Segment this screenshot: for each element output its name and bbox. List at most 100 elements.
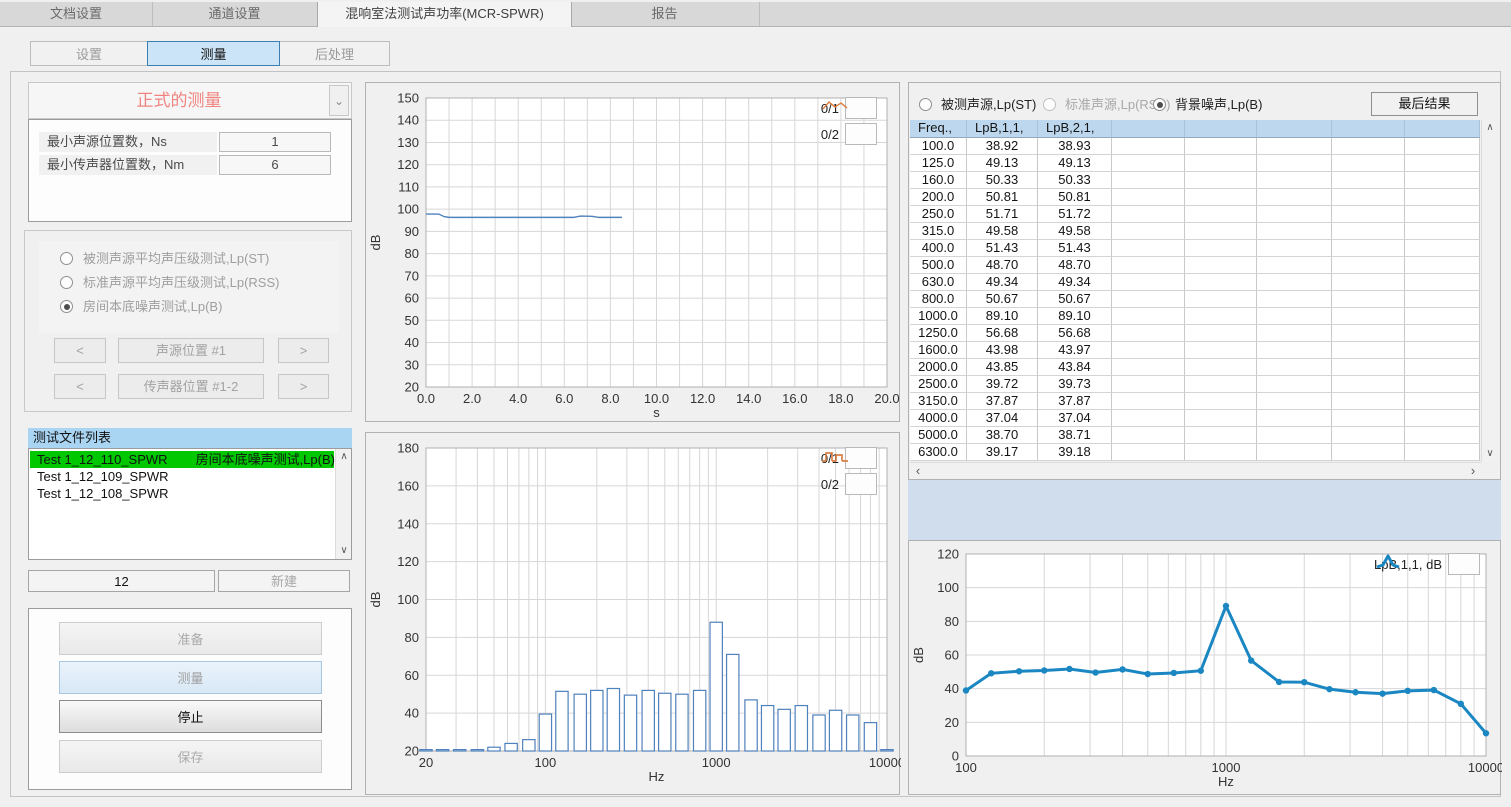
table-cell[interactable] — [1332, 240, 1405, 257]
table-cell[interactable] — [1405, 223, 1480, 240]
table-cell[interactable]: 49.34 — [967, 274, 1038, 291]
table-cell[interactable] — [1332, 427, 1405, 444]
table-cell[interactable] — [1405, 155, 1480, 172]
table-cell[interactable] — [1185, 274, 1257, 291]
table-cell[interactable] — [1185, 410, 1257, 427]
table-cell[interactable]: 100.0 — [910, 138, 967, 155]
table-cell[interactable]: 1000.0 — [910, 308, 967, 325]
scroll-left-icon[interactable]: ‹ — [910, 463, 926, 479]
tab-document-settings[interactable]: 文档设置 — [0, 2, 153, 26]
table-cell[interactable] — [1257, 257, 1332, 274]
min-mic-positions-value[interactable]: 6 — [219, 155, 331, 175]
table-row[interactable]: 4000.037.0437.04 — [910, 410, 1480, 427]
file-list-item[interactable]: Test 1_12_110_SPWR房间本底噪声测试,Lp(B) — [30, 451, 334, 468]
result-radio-lp-b[interactable] — [1153, 98, 1166, 111]
table-cell[interactable] — [1332, 172, 1405, 189]
chevron-down-icon[interactable]: ⌄ — [329, 85, 349, 116]
min-source-positions-value[interactable]: 1 — [219, 132, 331, 152]
table-cell[interactable] — [1112, 359, 1185, 376]
table-cell[interactable] — [1185, 342, 1257, 359]
table-cell[interactable]: 38.92 — [967, 138, 1038, 155]
table-cell[interactable]: 49.13 — [967, 155, 1038, 172]
table-cell[interactable]: 3150.0 — [910, 393, 967, 410]
stop-button[interactable]: 停止 — [59, 700, 322, 733]
table-cell[interactable]: 48.70 — [1038, 257, 1112, 274]
table-cell[interactable]: 50.67 — [1038, 291, 1112, 308]
table-cell[interactable]: 1250.0 — [910, 325, 967, 342]
table-row[interactable]: 100.038.9238.93 — [910, 138, 1480, 155]
table-cell[interactable] — [1112, 274, 1185, 291]
table-cell[interactable] — [1405, 189, 1480, 206]
table-cell[interactable] — [1112, 257, 1185, 274]
table-cell[interactable] — [1405, 206, 1480, 223]
subtab-postprocess[interactable]: 后处理 — [279, 41, 390, 66]
table-cell[interactable]: 51.43 — [967, 240, 1038, 257]
table-cell[interactable] — [1332, 342, 1405, 359]
table-cell[interactable] — [1405, 257, 1480, 274]
table-cell[interactable] — [1405, 172, 1480, 189]
table-cell[interactable] — [1405, 376, 1480, 393]
table-cell[interactable]: 125.0 — [910, 155, 967, 172]
tab-mcr-spwr[interactable]: 混响室法测试声功率(MCR-SPWR) — [317, 2, 572, 27]
table-cell[interactable]: 43.97 — [1038, 342, 1112, 359]
mic-position-next-button[interactable]: > — [278, 374, 329, 399]
table-cell[interactable] — [1112, 155, 1185, 172]
table-row[interactable]: 2500.039.7239.73 — [910, 376, 1480, 393]
table-cell[interactable] — [1332, 410, 1405, 427]
table-cell[interactable] — [1257, 138, 1332, 155]
table-cell[interactable]: 250.0 — [910, 206, 967, 223]
table-cell[interactable]: 49.34 — [1038, 274, 1112, 291]
table-cell[interactable] — [1185, 189, 1257, 206]
table-cell[interactable] — [1112, 376, 1185, 393]
table-cell[interactable]: 1600.0 — [910, 342, 967, 359]
table-cell[interactable] — [1332, 138, 1405, 155]
table-cell[interactable] — [1332, 257, 1405, 274]
table-cell[interactable] — [1112, 427, 1185, 444]
table-cell[interactable]: 48.70 — [967, 257, 1038, 274]
scroll-down-icon[interactable]: ∨ — [1482, 446, 1498, 462]
table-cell[interactable] — [1405, 410, 1480, 427]
table-cell[interactable]: 39.18 — [1038, 444, 1112, 461]
scroll-up-icon[interactable]: ∧ — [336, 449, 352, 465]
table-cell[interactable] — [1112, 410, 1185, 427]
table-row[interactable]: 2000.043.8543.84 — [910, 359, 1480, 376]
table-vscrollbar[interactable]: ∧ ∨ — [1481, 120, 1497, 462]
table-cell[interactable] — [1405, 138, 1480, 155]
table-cell[interactable]: 49.58 — [967, 223, 1038, 240]
radio-lp-b[interactable] — [60, 300, 73, 313]
table-row[interactable]: 3150.037.8737.87 — [910, 393, 1480, 410]
table-cell[interactable] — [1185, 393, 1257, 410]
table-cell[interactable]: 37.04 — [967, 410, 1038, 427]
table-cell[interactable]: 6300.0 — [910, 444, 967, 461]
table-cell[interactable]: 400.0 — [910, 240, 967, 257]
table-cell[interactable] — [1405, 342, 1480, 359]
table-cell[interactable] — [1112, 325, 1185, 342]
subtab-setup[interactable]: 设置 — [30, 41, 148, 66]
table-cell[interactable] — [1257, 223, 1332, 240]
table-cell[interactable]: 50.33 — [1038, 172, 1112, 189]
table-cell[interactable] — [1112, 444, 1185, 461]
table-cell[interactable]: 315.0 — [910, 223, 967, 240]
table-cell[interactable] — [1257, 189, 1332, 206]
file-list-scrollbar[interactable]: ∧ ∨ — [335, 449, 351, 559]
table-cell[interactable]: 51.43 — [1038, 240, 1112, 257]
table-cell[interactable]: 43.85 — [967, 359, 1038, 376]
table-cell[interactable]: 50.81 — [1038, 189, 1112, 206]
measurement-mode-dropdown[interactable]: 正式的测量 ⌄ — [28, 82, 352, 119]
table-cell[interactable] — [1257, 376, 1332, 393]
table-cell[interactable] — [1257, 155, 1332, 172]
table-cell[interactable]: 43.98 — [967, 342, 1038, 359]
table-cell[interactable] — [1112, 223, 1185, 240]
table-cell[interactable]: 37.87 — [1038, 393, 1112, 410]
table-cell[interactable] — [1332, 206, 1405, 223]
table-cell[interactable] — [1332, 223, 1405, 240]
table-cell[interactable] — [1405, 240, 1480, 257]
table-cell[interactable]: 49.58 — [1038, 223, 1112, 240]
table-row[interactable]: 250.051.7151.72 — [910, 206, 1480, 223]
table-cell[interactable] — [1112, 393, 1185, 410]
table-cell[interactable]: 38.70 — [967, 427, 1038, 444]
table-cell[interactable] — [1185, 138, 1257, 155]
table-cell[interactable]: 630.0 — [910, 274, 967, 291]
table-cell[interactable] — [1112, 138, 1185, 155]
source-position-next-button[interactable]: > — [278, 338, 329, 363]
